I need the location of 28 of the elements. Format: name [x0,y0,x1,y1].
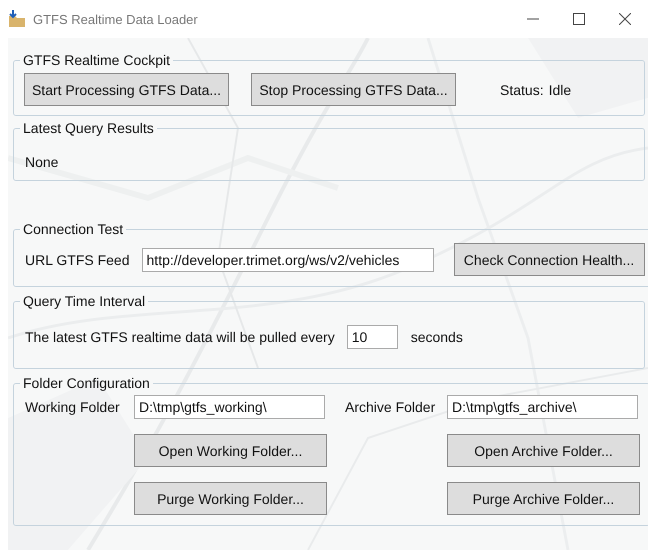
result-text: None [25,154,58,170]
url-field[interactable]: http://developer.trimet.org/ws/v2/vehicles [142,248,434,272]
status-label: Status: [500,82,544,98]
status-value: Idle [548,82,572,98]
field-label: Archive Folder [344,399,436,415]
group-title: Folder Configuration [22,375,151,391]
folder-path-field[interactable]: D:\tmp\gtfs_working\ [134,395,325,419]
group-title: Connection Test [22,221,124,237]
folder-path-field[interactable]: D:\tmp\gtfs_archive\ [447,395,638,419]
close-icon[interactable] [619,13,631,25]
interval-field[interactable]: 10 [346,324,398,348]
maximize-icon[interactable] [573,13,585,25]
check-connection-button[interactable]: Check Connection Health... [454,243,645,276]
group-title: GTFS Realtime Cockpit [22,52,172,68]
open-folder-button[interactable]: Open Working Folder... [134,434,327,467]
field-label: Working Folder [25,399,121,415]
unit-label: seconds [410,328,463,344]
group-title: Latest Query Results [22,120,155,136]
window-title: GTFS Realtime Data Loader [33,12,199,26]
field-label: URL GTFS Feed [25,252,130,268]
field-label: The latest GTFS realtime data will be pulled every [25,328,335,344]
stop-button[interactable]: Stop Processing GTFS Data... [251,73,456,106]
purge-folder-button[interactable]: Purge Archive Folder... [447,482,640,515]
group-title: Query Time Interval [22,293,146,309]
folder-download-icon [7,9,27,29]
start-button[interactable]: Start Processing GTFS Data... [24,73,229,106]
purge-folder-button[interactable]: Purge Working Folder... [134,482,327,515]
open-folder-button[interactable]: Open Archive Folder... [447,434,640,467]
